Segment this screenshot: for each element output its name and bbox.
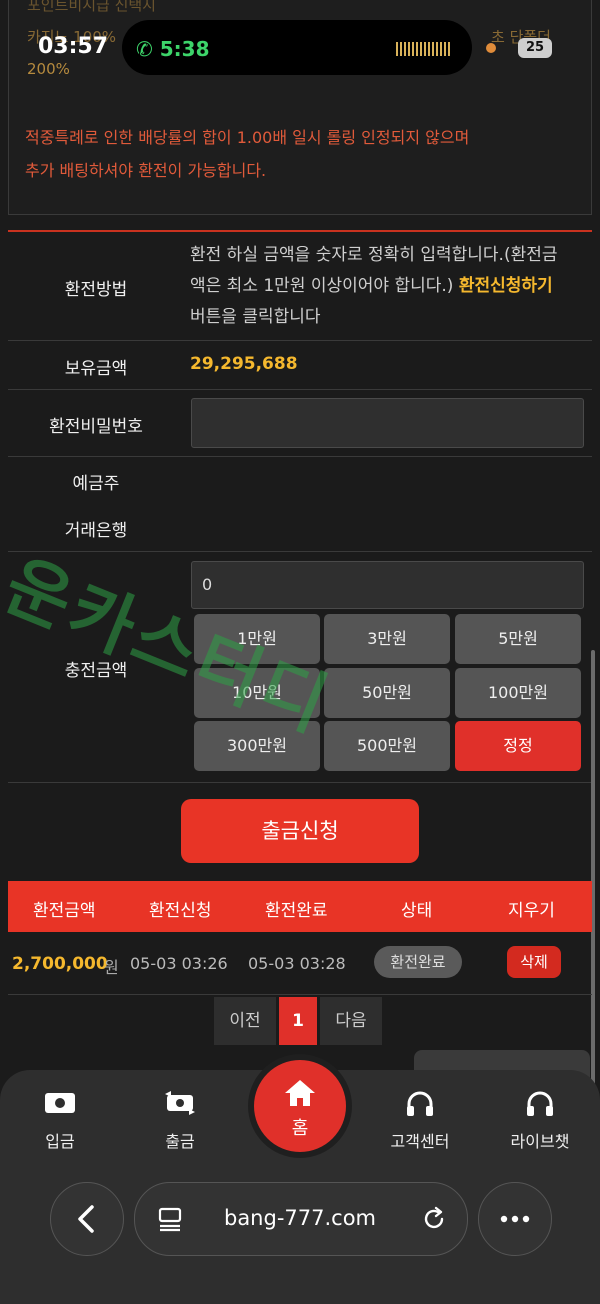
method-description: 환전 하실 금액을 숫자로 정확히 입력합니다.(환전금 액은 최소 1만원 이…: [190, 240, 590, 333]
amount-button-5[interactable]: 5만원: [455, 614, 581, 664]
headset-icon: [407, 1091, 433, 1116]
call-indicator: ✆ 5:38: [136, 37, 209, 61]
cash-exchange-icon: [165, 1091, 195, 1115]
row-divider: [8, 551, 592, 552]
balance-label: 보유금액: [64, 359, 128, 379]
nav-livechat[interactable]: 라이브챗: [490, 1090, 590, 1152]
method-label: 환전방법: [64, 280, 128, 300]
col-delete: 지우기: [508, 901, 555, 921]
row-unit: 원: [104, 958, 119, 977]
row-divider: [8, 994, 592, 995]
row-divider: [8, 389, 592, 390]
nav-home[interactable]: 홈: [254, 1060, 346, 1152]
row-divider: [8, 340, 592, 341]
home-icon: [285, 1080, 315, 1106]
notice-faded-line2: 200%: [27, 60, 70, 78]
row-divider: [8, 782, 592, 783]
row-amount: 2,700,000: [12, 954, 108, 974]
status-time: 03:57: [38, 34, 109, 59]
amount-button-500[interactable]: 500만원: [324, 721, 450, 771]
browser-address-bar[interactable]: bang-777.com: [134, 1182, 468, 1256]
col-requested: 환전신청: [149, 901, 212, 921]
nav-deposit-label: 입금: [45, 1132, 75, 1151]
notice-warning-line1: 적중특례로 인한 배당률의 합이 1.00배 일시 롤링 인정되지 않으며: [25, 128, 470, 147]
amount-button-50[interactable]: 50만원: [324, 668, 450, 718]
audio-wave-icon: [396, 42, 452, 56]
history-table-header: 환전금액 환전신청 환전완료 상태 지우기: [8, 881, 592, 932]
notice-warning-line2: 추가 배팅하셔야 환전이 가능합니다.: [25, 161, 267, 180]
section-divider: [8, 230, 592, 232]
status-badge: 환전완료: [374, 946, 462, 978]
cash-icon: [45, 1093, 75, 1113]
row-requested: 05-03 03:26: [130, 954, 228, 973]
col-completed: 환전완료: [265, 901, 328, 921]
notice-faded-title: 포인트비시급 신택지: [27, 0, 156, 14]
more-dots-icon: [500, 1215, 530, 1223]
amount-button-100[interactable]: 100만원: [455, 668, 581, 718]
nav-deposit[interactable]: 입금: [10, 1090, 110, 1152]
tabs-icon: [158, 1207, 182, 1232]
current-page-button[interactable]: 1: [279, 997, 317, 1045]
nav-home-label: 홈: [291, 1118, 309, 1139]
row-divider: [8, 456, 592, 457]
prev-page-button[interactable]: 이전: [214, 997, 276, 1045]
battery-icon: 25: [518, 38, 552, 58]
browser-more-button[interactable]: [478, 1182, 552, 1256]
method-desc-a: 환전 하실 금액을 숫자로 정확히 입력합니다.(환전금: [190, 245, 558, 265]
password-label: 환전비밀번호: [49, 417, 143, 437]
row-completed: 05-03 03:28: [248, 954, 346, 973]
col-amount: 환전금액: [33, 901, 96, 921]
privacy-dot-icon: [486, 43, 496, 53]
browser-back-button[interactable]: [50, 1182, 124, 1256]
amount-reset-button[interactable]: 정정: [455, 721, 581, 771]
phone-icon: ✆: [136, 37, 153, 61]
next-page-button[interactable]: 다음: [320, 997, 382, 1045]
method-desc-c: 버튼을 클릭합니다: [190, 307, 321, 327]
method-desc-highlight: 환전신청하기: [458, 276, 553, 296]
dynamic-island[interactable]: ✆ 5:38: [122, 20, 472, 75]
chevron-left-icon: [78, 1205, 94, 1233]
reload-icon[interactable]: [421, 1206, 447, 1232]
password-input[interactable]: [191, 398, 584, 448]
table-row: 2,700,000 원 05-03 03:26 05-03 03:28 환전완료…: [8, 932, 592, 994]
col-status: 상태: [401, 901, 433, 921]
holder-label: 예금주: [72, 474, 120, 494]
amount-input[interactable]: 0: [191, 561, 584, 609]
balance-value: 29,295,688: [190, 354, 298, 374]
delete-button[interactable]: 삭제: [507, 946, 561, 978]
method-desc-b: 액은 최소 1만원 이상이어야 합니다.): [190, 276, 459, 296]
call-time: 5:38: [159, 37, 210, 61]
withdraw-submit-button[interactable]: 출금신청: [181, 799, 419, 863]
nav-livechat-label: 라이브챗: [510, 1132, 570, 1151]
nav-withdraw-label: 출금: [165, 1132, 195, 1151]
headset-icon: [527, 1091, 553, 1116]
nav-withdraw[interactable]: 출금: [130, 1090, 230, 1152]
nav-support[interactable]: 고객센터: [370, 1090, 470, 1152]
nav-support-label: 고객센터: [390, 1132, 450, 1151]
browser-url: bang-777.com: [223, 1206, 377, 1230]
